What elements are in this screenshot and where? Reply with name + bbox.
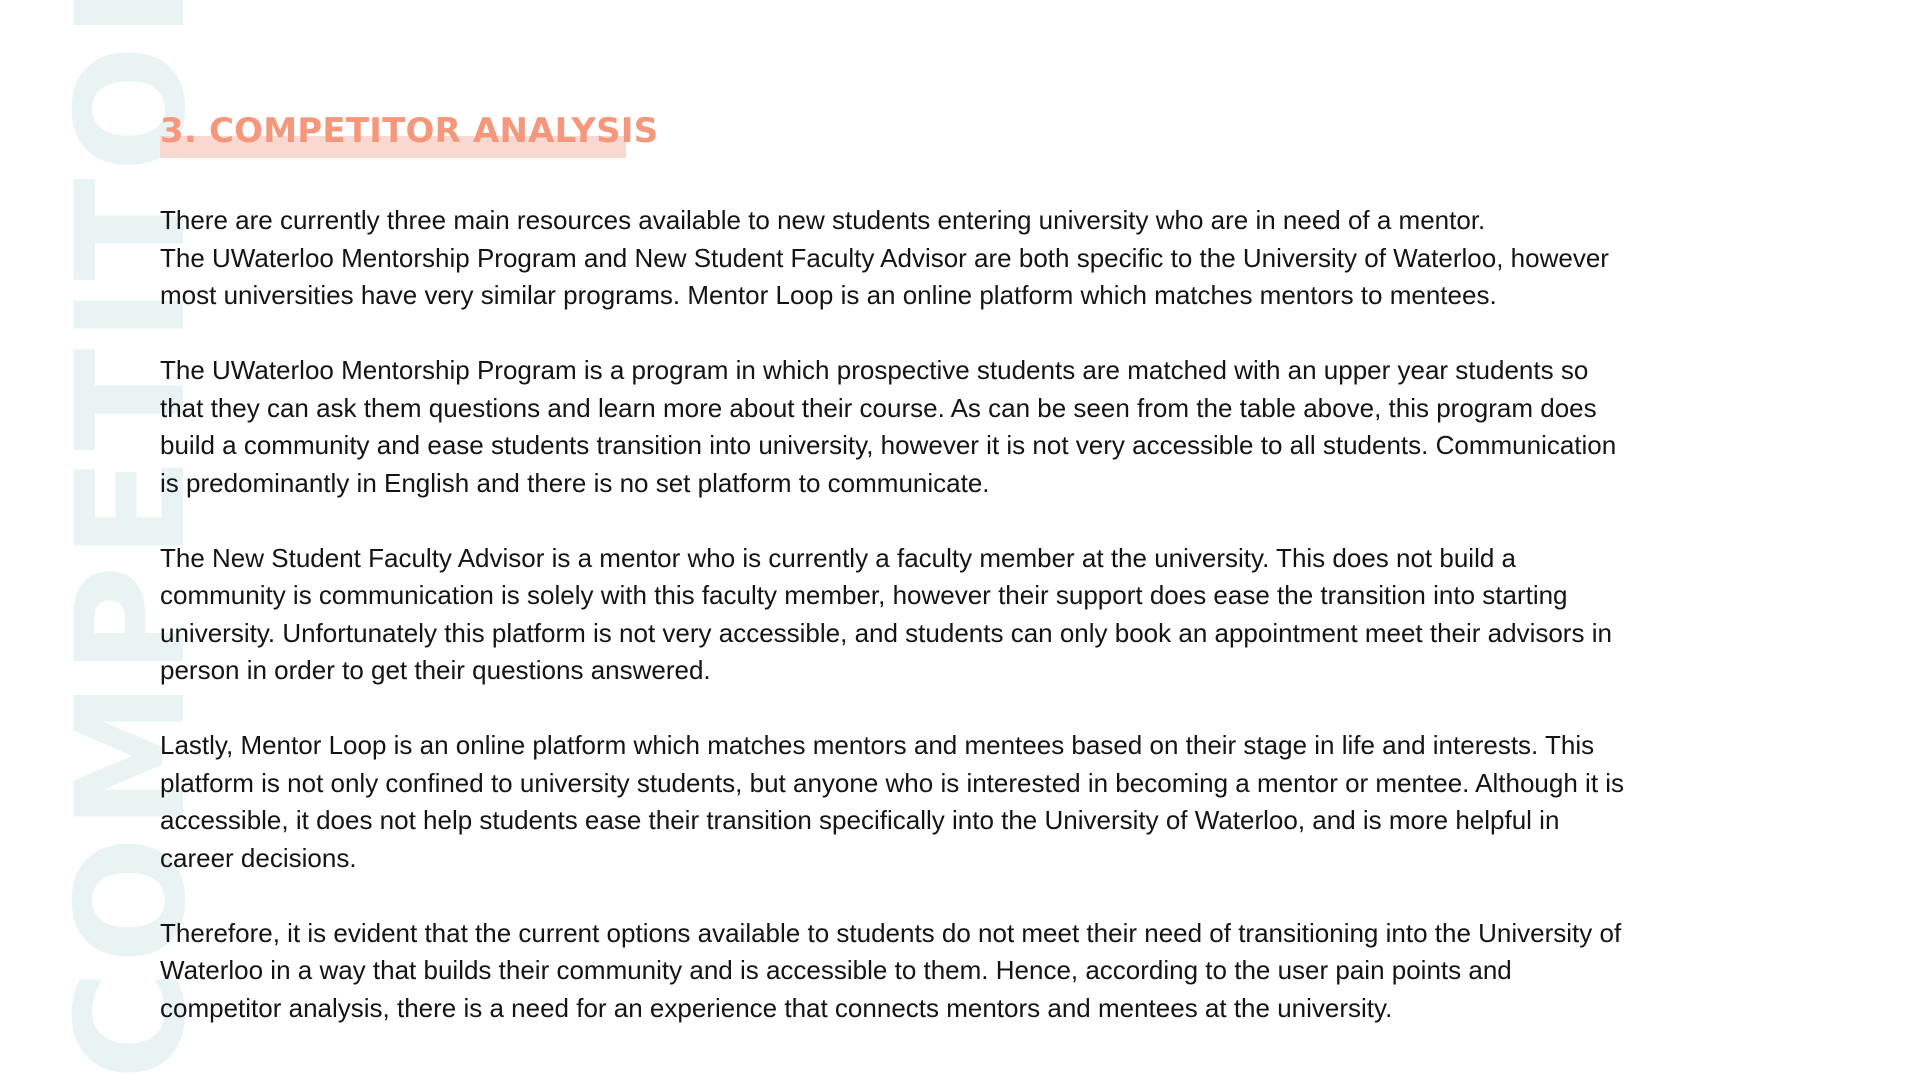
text-line: that they can ask them questions and lea… (160, 392, 1597, 423)
text-line: community is communication is solely wit… (160, 580, 1568, 610)
text-line: There are currently three main resources… (160, 205, 1486, 235)
paragraph-faculty-advisor: The New Student Faculty Advisor is a men… (160, 540, 1800, 690)
text-line: most universities have very similar prog… (160, 280, 1497, 310)
text-line: is predominantly in English and there is… (160, 467, 990, 498)
paragraph-conclusion: Therefore, it is evident that the curren… (160, 915, 1800, 1028)
text-line: person in order to get their questions a… (160, 655, 711, 685)
text-line: Lastly, Mentor Loop is an online platfor… (160, 730, 1595, 760)
text-line: The UWaterloo Mentorship Program is a pr… (160, 355, 1589, 385)
text-line: Waterloo in a way that builds their comm… (160, 955, 1512, 985)
text-line: The New Student Faculty Advisor is a men… (160, 542, 1516, 573)
text-line: accessible, it does not help students ea… (160, 805, 1560, 835)
body-content: There are currently three main resources… (160, 202, 1800, 1065)
text-line: career decisions. (160, 842, 357, 873)
paragraph-mentor-loop: Lastly, Mentor Loop is an online platfor… (160, 727, 1800, 877)
paragraph-uwaterloo-mentorship: The UWaterloo Mentorship Program is a pr… (160, 352, 1800, 502)
paragraph-intro: There are currently three main resources… (160, 202, 1800, 315)
text-line: platform is not only confined to univers… (160, 767, 1625, 798)
text-line: Therefore, it is evident that the curren… (160, 917, 1622, 948)
text-line: The UWaterloo Mentorship Program and New… (160, 242, 1609, 273)
text-line: build a community and ease students tran… (160, 430, 1617, 460)
section-heading: 3. COMPETITOR ANALYSIS (160, 108, 659, 158)
text-line: competitor analysis, there is a need for… (160, 992, 1393, 1023)
page-title: 3. COMPETITOR ANALYSIS (160, 111, 659, 151)
text-line: university. Unfortunately this platform … (160, 617, 1612, 648)
